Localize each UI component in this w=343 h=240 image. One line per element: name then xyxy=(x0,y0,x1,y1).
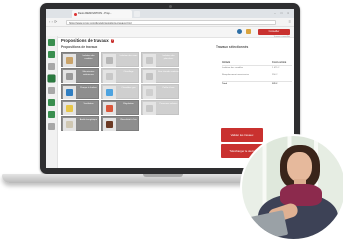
sidebar-item-home-icon[interactable] xyxy=(48,39,55,46)
card-label: Panneaux solaires xyxy=(159,103,178,105)
app-header: Conseiller Travaux conseillés xyxy=(46,27,294,38)
back-forward-icon[interactable]: ‹ › ⟳ xyxy=(49,19,57,24)
card-thumbnail xyxy=(63,86,76,99)
heating-icon xyxy=(106,73,113,80)
face xyxy=(287,152,312,182)
door-icon xyxy=(106,121,113,128)
user-icon[interactable] xyxy=(237,29,242,34)
card-label: Régulation xyxy=(123,103,134,105)
col-header-price: Coût estimé xyxy=(272,61,287,64)
ventilation-icon xyxy=(66,105,73,112)
proposal-card[interactable]: Panneaux solaires xyxy=(141,100,179,115)
card-thumbnail xyxy=(143,102,156,115)
selected-heading: Travaux sélectionnés xyxy=(216,45,249,49)
webcam xyxy=(169,5,172,8)
page-title: Propositions de travaux ? xyxy=(61,38,115,43)
insulation-icon xyxy=(66,57,73,64)
sidebar xyxy=(46,36,58,168)
sidebar-item-works-icon[interactable] xyxy=(48,63,55,70)
card-label: Audit énergétique xyxy=(79,119,98,121)
card-thumbnail xyxy=(103,70,116,83)
total-label: Total xyxy=(222,83,228,85)
page-title-text: Propositions de travaux xyxy=(61,38,109,43)
card-thumbnail xyxy=(143,86,156,99)
card-thumbnail xyxy=(143,54,156,67)
url-input[interactable]: https://www.xxxxx.com/devis/propositions… xyxy=(66,19,276,25)
favicon-icon xyxy=(74,12,77,16)
card-label: Chauffage xyxy=(123,71,134,73)
tab-title: Devis RENOVATION - Prop... xyxy=(78,12,112,15)
card-label: Ventilation xyxy=(83,103,94,105)
browser-tab-bar: Devis RENOVATION - Prop... – □ × xyxy=(46,9,294,18)
proposals-heading: Propositions de travaux xyxy=(61,45,98,49)
card-thumbnail xyxy=(103,86,116,99)
window-icon xyxy=(66,73,73,80)
sidebar-item-aid-icon[interactable] xyxy=(48,75,55,82)
card-thumbnail xyxy=(63,102,76,115)
card-thumbnail xyxy=(63,118,76,131)
divider xyxy=(222,65,292,66)
card-thumbnail xyxy=(63,70,76,83)
proposal-card[interactable]: Menuiseries extérieures xyxy=(61,68,99,83)
card-label: Eau chaude sanitaire xyxy=(158,71,179,73)
proposal-card[interactable]: Poêle à bois xyxy=(141,84,179,99)
divider xyxy=(222,81,292,82)
proposal-card[interactable]: Ventilation xyxy=(61,100,99,115)
sidebar-item-tracking-icon[interactable] xyxy=(48,87,55,94)
user-photo xyxy=(242,136,343,239)
card-thumbnail xyxy=(103,102,116,115)
proposal-card[interactable]: Audit énergétique xyxy=(61,116,99,131)
proposal-card[interactable]: Pompe à chaleur xyxy=(61,84,99,99)
card-label: Isolation des murs xyxy=(119,55,138,57)
card-label: Pompe à chaleur xyxy=(80,87,97,89)
proposal-card[interactable]: Isolation des planchers xyxy=(141,52,179,67)
card-label: Étanchéité à l'air xyxy=(120,119,137,121)
proposal-card[interactable]: Étanchéité à l'air xyxy=(101,116,139,131)
table-row-item: Remplacement menuiseries xyxy=(222,74,250,76)
card-label: Menuiseries extérieures xyxy=(82,71,95,76)
table-row-item: Isolation des combles xyxy=(222,67,244,69)
card-label: Chaudière gaz xyxy=(121,87,136,89)
scarf xyxy=(280,184,322,206)
card-thumbnail xyxy=(63,54,76,67)
card-thumbnail xyxy=(103,54,116,67)
card-label: Isolation des planchers xyxy=(162,55,175,60)
sidebar-item-quote-icon[interactable] xyxy=(48,51,55,58)
stove-icon xyxy=(146,89,153,96)
window-controls[interactable]: – □ × xyxy=(274,11,291,15)
address-bar: ‹ › ⟳ https://www.xxxxx.com/devis/propos… xyxy=(46,18,294,27)
header-cta-button[interactable]: Conseiller xyxy=(258,29,290,35)
total-value: 325 € xyxy=(272,83,278,85)
help-badge-icon[interactable]: ? xyxy=(110,39,115,43)
floor-icon xyxy=(146,57,153,64)
card-label: Isolation des combles xyxy=(82,55,95,60)
proposal-card[interactable]: Isolation des combles xyxy=(61,52,99,67)
table-row-price: 1 075 € xyxy=(272,67,280,69)
thermostat-icon xyxy=(106,105,113,112)
proposal-card[interactable]: Régulation xyxy=(101,100,139,115)
table-row-price: 250 € xyxy=(272,74,278,76)
heat-pump-icon xyxy=(66,89,73,96)
sidebar-item-settings-icon[interactable] xyxy=(48,123,55,130)
wall-icon xyxy=(106,57,113,64)
col-header-item: Intitulé xyxy=(222,61,231,64)
card-thumbnail xyxy=(143,70,156,83)
browser-menu-icon[interactable]: ≡ xyxy=(289,19,291,24)
proposal-card[interactable]: Eau chaude sanitaire xyxy=(141,68,179,83)
new-tab-button[interactable] xyxy=(134,11,140,17)
browser-tab[interactable]: Devis RENOVATION - Prop... xyxy=(72,10,132,18)
proposal-card[interactable]: Isolation des murs xyxy=(101,52,139,67)
proposal-card[interactable]: Chauffage xyxy=(101,68,139,83)
sidebar-item-docs-icon[interactable] xyxy=(48,99,55,106)
boiler-icon xyxy=(106,89,113,96)
card-thumbnail xyxy=(103,118,116,131)
laptop-notch xyxy=(143,174,183,177)
proposal-card[interactable]: Chaudière gaz xyxy=(101,84,139,99)
sidebar-item-contact-icon[interactable] xyxy=(48,111,55,118)
notification-icon[interactable] xyxy=(246,29,251,34)
solar-panel-icon xyxy=(146,105,153,112)
water-heater-icon xyxy=(146,73,153,80)
audit-icon xyxy=(66,121,73,128)
card-label: Poêle à bois xyxy=(162,87,175,89)
